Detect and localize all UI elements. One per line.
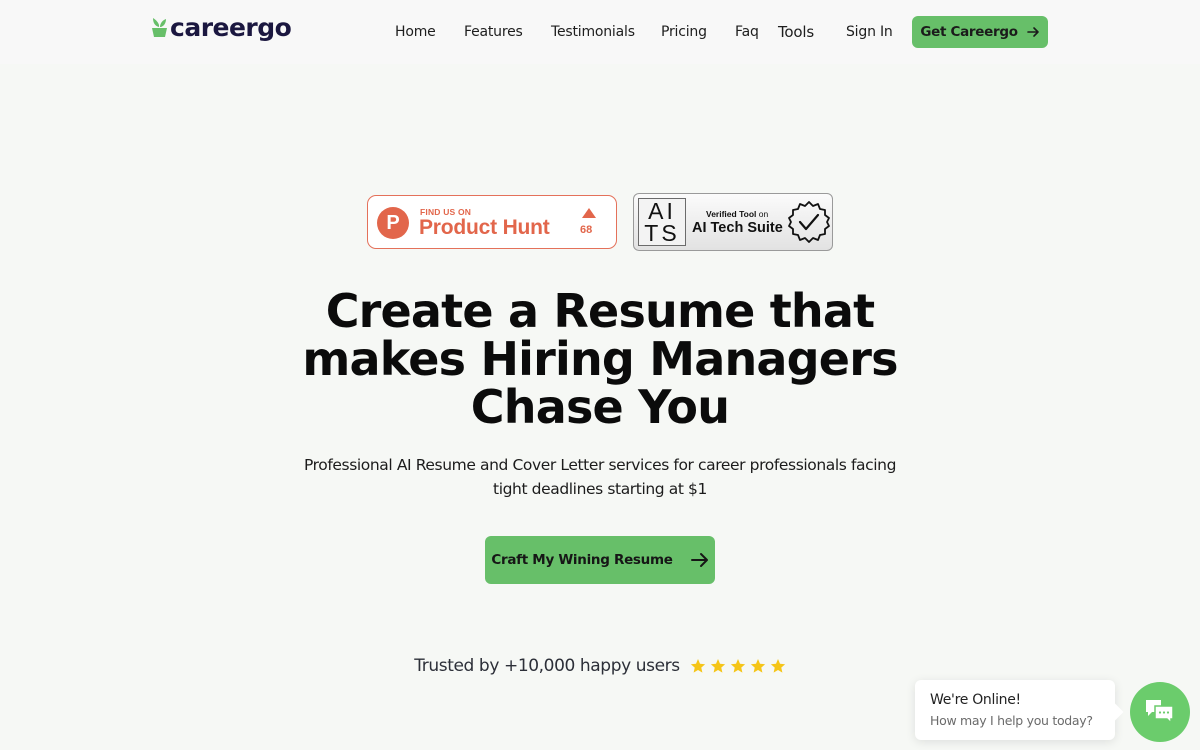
hero-subtitle: Professional AI Resume and Cover Letter … xyxy=(303,456,897,498)
aits-eyebrow-bold: Verified Tool xyxy=(706,209,757,219)
aits-title: AI Tech Suite xyxy=(692,220,783,236)
logo-link[interactable]: careergo xyxy=(151,13,292,42)
get-careergo-button[interactable]: Get Careergo xyxy=(912,16,1048,48)
chat-launcher-button[interactable] xyxy=(1130,682,1190,742)
star-icon xyxy=(690,659,705,673)
nav-pricing[interactable]: Pricing xyxy=(661,23,707,41)
hero-title-line-1: Create a Resume that xyxy=(325,284,875,338)
nav-home[interactable]: Home xyxy=(395,23,436,41)
arrow-right-icon xyxy=(690,553,708,567)
aits-eyebrow-rest: on xyxy=(756,209,769,219)
chat-greeting-title: We're Online! xyxy=(930,692,1021,708)
verified-check-seal-icon xyxy=(788,201,830,243)
craft-resume-button[interactable]: Craft My Wining Resume xyxy=(485,536,715,584)
nav-testimonials[interactable]: Testimonials xyxy=(551,23,635,41)
trusted-users-text: Trusted by +10,000 happy users xyxy=(414,656,680,676)
plant-leaf-icon xyxy=(152,18,167,37)
social-proof: Trusted by +10,000 happy users xyxy=(380,654,820,678)
nav-features[interactable]: Features xyxy=(464,23,523,41)
chat-greeting-subtitle: How may I help you today? xyxy=(930,713,1093,728)
product-hunt-title: Product Hunt xyxy=(419,216,550,239)
chat-bubbles-icon xyxy=(1146,700,1174,725)
product-hunt-logo-icon: P xyxy=(377,207,409,239)
product-hunt-badge[interactable]: P FIND US ON Product Hunt 68 xyxy=(367,195,617,249)
upvote-triangle-icon xyxy=(582,208,596,218)
product-hunt-upvote-count: 68 xyxy=(580,224,593,236)
aits-logo-top: AI xyxy=(648,198,676,224)
nav-sign-in[interactable]: Sign In xyxy=(846,23,893,41)
hero-title: Create a Resume that makes Hiring Manage… xyxy=(250,287,950,431)
star-icon xyxy=(770,659,785,673)
hero-title-line-3: Chase You xyxy=(470,380,730,434)
star-icon xyxy=(750,659,765,673)
nav-faq[interactable]: Faq xyxy=(735,23,759,41)
top-navbar: careergo Home Features Testimonials Pric… xyxy=(0,0,1200,64)
star-icon xyxy=(710,659,725,673)
aits-logo-bottom: TS xyxy=(644,220,680,246)
hero-title-line-2: makes Hiring Managers xyxy=(302,332,898,386)
craft-resume-label: Craft My Wining Resume xyxy=(491,552,673,568)
logo-wordmark: careergo xyxy=(170,13,292,42)
chat-greeting-bubble[interactable]: We're Online! How may I help you today? xyxy=(915,680,1115,740)
arrow-right-icon xyxy=(1026,27,1039,37)
nav-tools[interactable]: Tools xyxy=(778,23,814,41)
get-careergo-label: Get Careergo xyxy=(920,24,1018,40)
aits-logo: AI TS xyxy=(638,198,686,246)
ai-tech-suite-badge[interactable]: AI TS Verified Tool on AI Tech Suite xyxy=(633,193,833,251)
star-icon xyxy=(730,659,745,673)
aits-eyebrow: Verified Tool on xyxy=(706,209,768,219)
star-rating xyxy=(690,658,786,674)
